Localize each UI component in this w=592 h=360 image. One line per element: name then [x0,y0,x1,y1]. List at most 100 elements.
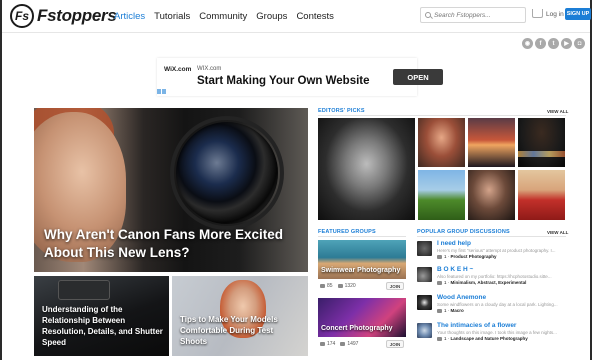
search-box [420,7,526,23]
join-button[interactable]: JOIN [386,282,404,290]
camera-image [58,280,110,300]
discussion-excerpt: Some windflowers on a cloudy day at a lo… [437,302,558,307]
discussion-item[interactable]: I need help Here's my first "serious" at… [417,240,567,262]
divider [318,115,566,116]
article-card[interactable]: Understanding of the Relationship Betwee… [34,276,169,356]
comment-count: 1 [444,254,447,259]
divider [318,236,406,237]
logo-mark-icon: Fs [10,4,34,28]
nav-contests[interactable]: Contests [296,11,334,22]
featured-groups-label: FEATURED GROUPS [318,229,376,235]
cart-icon[interactable] [532,9,543,18]
search-icon[interactable] [425,12,431,18]
members-icon [340,341,346,346]
comment-icon [437,280,442,285]
ad-title[interactable]: Start Making Your Own Website [197,75,370,87]
discussion-title[interactable]: The intimacies of a flower [437,322,516,329]
popular-discussions-label: POPULAR GROUP DISCUSSIONS [417,229,510,235]
comment-count: 1 [444,336,447,341]
ad-brand: WiX.com [164,66,192,73]
discussion-excerpt: Here's my first "serious" attempt at pro… [437,248,556,253]
editors-pick-image[interactable] [418,170,465,220]
group-stats: 174 1497 [320,341,358,347]
editors-pick-image[interactable] [468,118,515,167]
site-header: Fs Fstoppers Articles Tutorials Communit… [2,0,591,33]
discussion-meta: 1 · Landscape and Nature Photography [437,336,528,341]
article-title[interactable]: Understanding of the Relationship Betwee… [42,304,166,348]
article-card[interactable]: Tips to Make Your Models Comfortable Dur… [172,276,308,356]
join-button[interactable]: JOIN [386,340,404,348]
members-count: 1320 [337,283,356,289]
facebook-icon[interactable]: f [535,38,546,49]
members-count: 1497 [340,341,358,347]
comment-count: 1 [444,280,447,285]
discussion-excerpt: Your thoughts on this image. I took this… [437,330,557,335]
discussion-item[interactable]: B O K E H ~ Also featured on my portfoli… [417,266,567,288]
discussion-meta: 1 · Product Photography [437,254,497,259]
discussion-title[interactable]: B O K E H ~ [437,266,473,273]
nav-tutorials[interactable]: Tutorials [154,11,190,22]
signup-button[interactable]: SIGN UP [565,8,591,20]
group-name[interactable]: Swimwear Photography [321,267,400,274]
nav-articles[interactable]: Articles [114,11,145,22]
youtube-icon[interactable]: ▶ [561,38,572,49]
posts-count: 174 [320,341,335,347]
city-lights [518,151,565,157]
editors-pick-image[interactable] [518,170,565,220]
editors-picks-view-all[interactable]: VIEW ALL [547,109,568,114]
adchoices-icon[interactable] [157,89,167,96]
nav-community[interactable]: Community [199,11,247,22]
discussion-group[interactable]: Product Photography [451,254,497,259]
discussion-thumbnail[interactable] [417,267,432,282]
ad-banner[interactable]: WiX.com WIX.com Start Making Your Own We… [157,58,443,96]
discussion-thumbnail[interactable] [417,295,432,310]
site-logo[interactable]: Fs Fstoppers [10,4,117,28]
discussion-item[interactable]: The intimacies of a flower Your thoughts… [417,322,567,344]
discussion-excerpt: Also featured on my portfolio: https://h… [437,274,552,279]
discussion-thumbnail[interactable] [417,241,432,256]
hero-title[interactable]: Why Aren't Canon Fans More Excited About… [44,226,304,262]
discussion-meta: 1 · Macro [437,308,464,313]
posts-count: 85 [320,283,333,289]
discussions-view-all[interactable]: VIEW ALL [547,230,568,235]
discussion-group[interactable]: Landscape and Nature Photography [451,336,528,341]
rss-icon[interactable]: ◉ [522,38,533,49]
lens-image [176,122,278,224]
discussion-item[interactable]: Wood Anemone Some windflowers on a cloud… [417,294,567,316]
hero-article[interactable]: Why Aren't Canon Fans More Excited About… [34,108,308,272]
discussion-title[interactable]: Wood Anemone [437,294,486,301]
editors-pick-image[interactable] [418,118,465,167]
instagram-icon[interactable]: ◘ [574,38,585,49]
editors-pick-image[interactable] [318,118,415,220]
discussion-title[interactable]: I need help [437,240,471,247]
group-name[interactable]: Concert Photography [321,325,393,332]
article-title[interactable]: Tips to Make Your Models Comfortable Dur… [180,314,302,347]
nav-groups[interactable]: Groups [256,11,287,22]
group-image[interactable]: Swimwear Photography [318,240,406,279]
editors-pick-image[interactable] [468,170,515,220]
discussion-group[interactable]: Macro [451,308,464,313]
divider [417,236,566,237]
editors-pick-image[interactable] [518,118,565,167]
comment-icon [437,254,442,259]
discussion-group[interactable]: Minimalism, Abstract, Experimental [451,280,527,285]
group-card[interactable]: Swimwear Photography 85 1320 JOIN [318,240,406,293]
discussion-meta: 1 · Minimalism, Abstract, Experimental [437,280,526,285]
posts-icon [320,341,325,346]
editors-picks-label: EDITORS' PICKS [318,108,365,114]
ad-open-button[interactable]: OPEN [393,69,443,85]
discussion-thumbnail[interactable] [417,323,432,338]
ad-url: WIX.com [197,66,222,72]
social-links: ◉ f t ▶ ◘ [522,38,585,49]
logo-text: Fstoppers [37,6,117,25]
main-nav: Articles Tutorials Community Groups Cont… [114,11,334,22]
comment-count: 1 [444,308,447,313]
login-link[interactable]: Log in [546,11,564,18]
group-image[interactable]: Concert Photography [318,298,406,337]
group-card[interactable]: Concert Photography 174 1497 JOIN [318,298,406,351]
comment-icon [437,336,442,341]
twitter-icon[interactable]: t [548,38,559,49]
search-input[interactable] [434,11,524,19]
group-stats: 85 1320 [320,283,356,289]
posts-icon [320,283,325,288]
